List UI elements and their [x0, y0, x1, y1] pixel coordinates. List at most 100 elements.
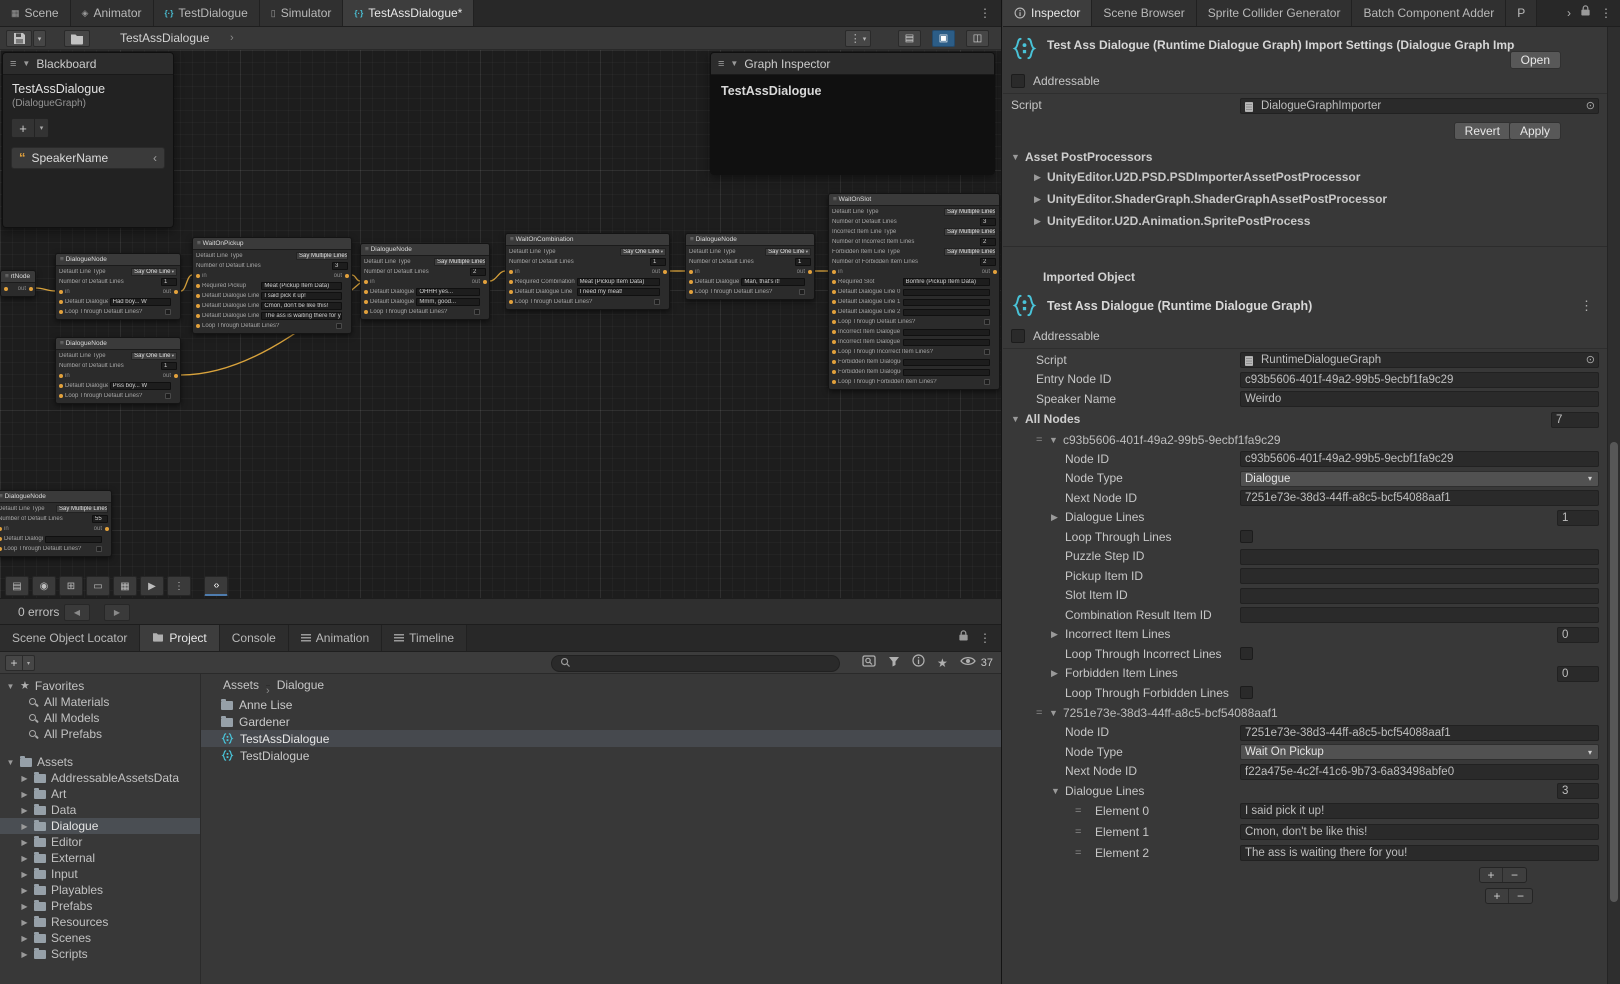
- node-row[interactable]: in out: [0, 524, 111, 534]
- property-value-field[interactable]: [1240, 647, 1253, 660]
- node-row-value[interactable]: 3: [332, 262, 348, 270]
- node-row[interactable]: Default Dialogue Line 0 I said pick it u…: [193, 291, 351, 301]
- node-row[interactable]: Number of Default Lines 1: [506, 257, 669, 267]
- project-tree-folder[interactable]: ▶ Editor: [0, 834, 200, 850]
- save-dropdown-arrow[interactable]: ▾: [33, 30, 46, 47]
- list-size-field[interactable]: 1: [1557, 510, 1599, 526]
- add-element-button[interactable]: +: [1486, 889, 1509, 903]
- collapse-arrow-icon[interactable]: ▼: [6, 682, 15, 691]
- project-tree-folder[interactable]: ▶ Scenes: [0, 930, 200, 946]
- node-element-header[interactable]: = ▼ c93b5606-401f-49a2-99b5-9ecbf1fa9c29: [1003, 430, 1607, 450]
- node-row-value[interactable]: Say One Line: [131, 352, 177, 360]
- foldout-arrow-icon[interactable]: ▶: [1034, 166, 1041, 188]
- lock-icon[interactable]: [958, 629, 969, 647]
- addressable-checkbox[interactable]: [1011, 329, 1025, 343]
- foldout-arrow-icon[interactable]: ▼: [1049, 430, 1058, 450]
- node-row[interactable]: Default Dialogue Line 0 OHHH yes...: [361, 287, 489, 297]
- postprocessor-row[interactable]: ▶ UnityEditor.ShaderGraph.ShaderGraphAss…: [1003, 188, 1607, 210]
- search-input[interactable]: [576, 657, 831, 671]
- node-row-value[interactable]: [984, 349, 990, 355]
- inspector-toggle[interactable]: ◉: [32, 576, 56, 596]
- expand-arrow-icon[interactable]: ▶: [20, 886, 29, 895]
- node-row-value[interactable]: out: [18, 286, 26, 292]
- inspector-menu-icon[interactable]: ⋮: [1600, 6, 1612, 20]
- revert-button[interactable]: Revert: [1454, 122, 1511, 140]
- foldout-arrow-icon[interactable]: ▶: [1051, 508, 1058, 528]
- project-item[interactable]: TestAssDialogue: [201, 730, 1001, 747]
- node-row-value[interactable]: Mmm, good...: [416, 298, 480, 306]
- postprocessor-row[interactable]: ▶ UnityEditor.U2D.Animation.SpritePostPr…: [1003, 210, 1607, 232]
- expand-arrow-icon[interactable]: ▶: [20, 838, 29, 847]
- favorites-item[interactable]: All Models: [0, 710, 200, 726]
- node-row-value[interactable]: Piss boy... W: [110, 382, 171, 390]
- expand-arrow-icon[interactable]: ▶: [20, 918, 29, 927]
- node-row[interactable]: Loop Through Incorrect Item Lines?: [829, 347, 999, 357]
- addressable-checkbox[interactable]: [1011, 74, 1025, 88]
- node-row-value[interactable]: I said pick it up!: [261, 292, 342, 300]
- foldout-arrow-icon[interactable]: ▶: [1034, 210, 1041, 232]
- main-tab[interactable]: {·} TestAssDialogue*: [343, 0, 474, 26]
- project-tree-folder[interactable]: ▶ Scripts: [0, 946, 200, 962]
- property-value-field[interactable]: c93b5606-401f-49a2-99b5-9ecbf1fa9c29: [1240, 451, 1599, 467]
- node-row[interactable]: Default Dialogue Line I need my meat!: [506, 287, 669, 297]
- foldout-arrow-icon[interactable]: ▼: [1049, 703, 1058, 723]
- node-row[interactable]: Number of Default Lines 1: [56, 277, 180, 287]
- project-tree-folder[interactable]: ▶ Playables: [0, 882, 200, 898]
- node-row[interactable]: Default Dialogue Line Piss boy... W: [56, 381, 180, 391]
- node-row-value[interactable]: Bonfire (Pickup Item Data): [903, 278, 990, 286]
- list-size-field[interactable]: 0: [1557, 666, 1599, 682]
- grid-toggle[interactable]: ▦: [113, 576, 137, 596]
- node-row[interactable]: in out: [829, 267, 999, 277]
- node-row[interactable]: Required Pickup Meat (Pickup Item Data): [193, 281, 351, 291]
- node-row-value[interactable]: [45, 536, 102, 543]
- node-element-header[interactable]: = ▼ 7251e73e-38d3-44ff-a8c5-bcf54088aaf1: [1003, 703, 1607, 723]
- open-asset-button[interactable]: [64, 30, 90, 47]
- node-row-value[interactable]: [903, 359, 990, 366]
- property-value-field[interactable]: I said pick it up!: [1240, 803, 1599, 819]
- node-row-value[interactable]: Say One Line: [765, 248, 811, 256]
- node-row[interactable]: Loop Through Forbidden Item Lines?: [829, 377, 999, 387]
- inspector-tab[interactable]: Inspector: [1003, 0, 1092, 26]
- collapse-caret-icon[interactable]: ▼: [22, 59, 30, 68]
- tools-toggle[interactable]: ⊞: [59, 576, 83, 596]
- property-value-field[interactable]: [1240, 607, 1599, 623]
- node-row-value[interactable]: 1: [161, 362, 177, 370]
- node-row[interactable]: in out: [56, 287, 180, 297]
- property-value-field[interactable]: [1240, 549, 1599, 565]
- node-row[interactable]: Incorrect Item Dialogue Line 1: [829, 337, 999, 347]
- node-row-value[interactable]: Had boy... W: [110, 298, 171, 306]
- node-row-value[interactable]: [96, 546, 102, 552]
- node-row[interactable]: Default Dialogue Line 2: [829, 307, 999, 317]
- graph-inspector-header[interactable]: ≡ ▼ Graph Inspector: [711, 53, 994, 75]
- more-menu[interactable]: ⋮: [167, 576, 191, 596]
- property-value-field[interactable]: 7251e73e-38d3-44ff-a8c5-bcf54088aaf1: [1240, 725, 1599, 741]
- node-row[interactable]: Forbidden Item Dialogue Line 1: [829, 367, 999, 377]
- node-row-value[interactable]: [903, 289, 990, 296]
- window-toggle[interactable]: ▭: [86, 576, 110, 596]
- foldout-arrow-icon[interactable]: ▼: [1011, 148, 1020, 166]
- node-row[interactable]: Number of Default Lines 3: [829, 217, 999, 227]
- inspector-tab[interactable]: Sprite Collider Generator: [1197, 0, 1353, 26]
- node-row[interactable]: in out: [686, 267, 814, 277]
- property-value-field[interactable]: [1240, 588, 1599, 604]
- node-row[interactable]: Default Line Type Say Multiple Lines: [829, 207, 999, 217]
- previous-error-button[interactable]: ◀: [64, 604, 90, 621]
- node-row-value[interactable]: out: [982, 269, 990, 275]
- node-row[interactable]: Loop Through Default Lines?: [56, 307, 180, 317]
- node-row-value[interactable]: out: [94, 526, 102, 532]
- remove-element-button[interactable]: −: [1509, 889, 1532, 903]
- inspector-tab[interactable]: Scene Browser: [1092, 0, 1196, 26]
- node-row-value[interactable]: Meat (Pickup Item Data): [577, 278, 660, 286]
- graph-node[interactable]: DialogueNode Default Line Type Say One L…: [55, 337, 181, 404]
- node-row-value[interactable]: 2: [980, 258, 996, 266]
- node-row[interactable]: Default Dialogue Line 2 The ass is waiti…: [193, 311, 351, 321]
- all-nodes-foldout[interactable]: ▼ All Nodes 7: [1003, 410, 1607, 430]
- expand-arrow-icon[interactable]: ▶: [20, 854, 29, 863]
- entry-node-id-field[interactable]: c93b5606-401f-49a2-99b5-9ecbf1fa9c29: [1240, 372, 1599, 388]
- breadcrumb[interactable]: TestAssDialogue: [120, 27, 209, 50]
- property-value-field[interactable]: The ass is waiting there for you!: [1240, 845, 1599, 861]
- node-row-value[interactable]: I need my meat!: [577, 288, 660, 296]
- node-row[interactable]: Default Line Type Say Multiple Lines: [361, 257, 489, 267]
- add-property-dropdown-arrow[interactable]: ▾: [35, 118, 49, 138]
- create-asset-dropdown-arrow[interactable]: ▾: [23, 655, 35, 671]
